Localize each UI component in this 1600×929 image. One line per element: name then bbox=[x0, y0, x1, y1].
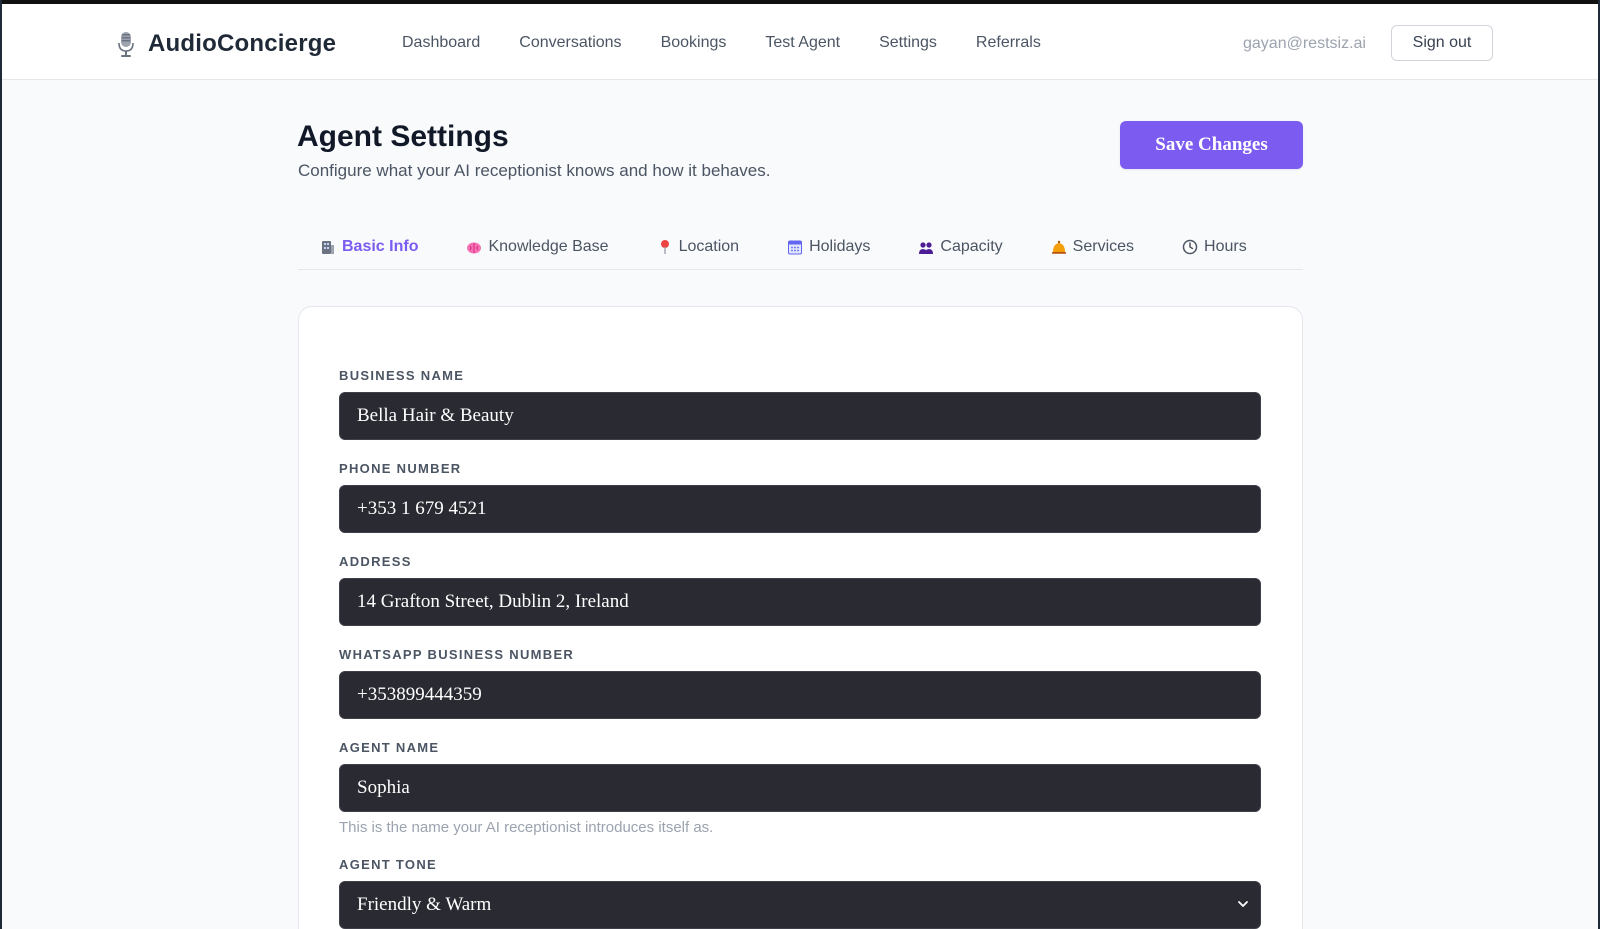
tab-label: Knowledge Base bbox=[488, 238, 609, 255]
page-title: Agent Settings bbox=[297, 120, 509, 153]
address-input[interactable] bbox=[339, 578, 1261, 626]
tab-basic-info[interactable]: Basic Info bbox=[320, 234, 418, 260]
page-subtitle: Configure what your AI receptionist know… bbox=[298, 161, 771, 180]
address-label: ADDRESS bbox=[339, 554, 412, 569]
brand-name: AudioConcierge bbox=[148, 30, 337, 57]
top-navigation-bar: AudioConcierge Dashboard Conversations B… bbox=[2, 4, 1598, 80]
tab-label: Location bbox=[678, 238, 740, 255]
tab-services[interactable]: Services bbox=[1051, 234, 1134, 260]
bell-icon bbox=[1051, 240, 1066, 254]
main-nav: Dashboard Conversations Bookings Test Ag… bbox=[402, 34, 1080, 52]
tab-label: Capacity bbox=[940, 238, 1003, 255]
basic-info-form: BUSINESS NAME PHONE NUMBER ADDRESS WHATS… bbox=[298, 306, 1303, 929]
nav-item-bookings[interactable]: Bookings bbox=[661, 34, 727, 52]
window-left-edge bbox=[0, 0, 2, 929]
people-icon bbox=[919, 242, 934, 254]
phone-number-label: PHONE NUMBER bbox=[339, 461, 462, 476]
user-email: gayan@restsiz.ai bbox=[1243, 35, 1366, 52]
phone-number-input[interactable] bbox=[339, 485, 1261, 533]
whatsapp-number-label: WHATSAPP BUSINESS NUMBER bbox=[339, 647, 575, 662]
agent-name-input[interactable] bbox=[339, 764, 1261, 812]
tab-label: Basic Info bbox=[342, 238, 419, 255]
agent-tone-select[interactable]: Friendly & Warm bbox=[339, 881, 1261, 929]
agent-name-help: This is the name your AI receptionist in… bbox=[339, 819, 714, 836]
brand[interactable]: AudioConcierge bbox=[116, 30, 336, 58]
sign-out-button[interactable]: Sign out bbox=[1391, 25, 1493, 61]
building-icon bbox=[322, 241, 334, 254]
business-name-label: BUSINESS NAME bbox=[339, 368, 465, 383]
microphone-icon bbox=[118, 32, 134, 57]
save-changes-button[interactable]: Save Changes bbox=[1120, 121, 1303, 169]
business-name-input[interactable] bbox=[339, 392, 1261, 440]
tab-label: Services bbox=[1072, 238, 1135, 255]
nav-item-settings[interactable]: Settings bbox=[879, 34, 937, 52]
tab-holidays[interactable]: Holidays bbox=[787, 234, 870, 260]
tab-location[interactable]: Location bbox=[657, 234, 740, 260]
nav-item-referrals[interactable]: Referrals bbox=[976, 34, 1041, 52]
tab-label: Holidays bbox=[809, 238, 871, 255]
pin-icon bbox=[660, 240, 669, 254]
calendar-icon bbox=[788, 240, 803, 255]
nav-item-test-agent[interactable]: Test Agent bbox=[765, 34, 840, 52]
brain-icon bbox=[467, 242, 482, 254]
whatsapp-number-input[interactable] bbox=[339, 671, 1261, 719]
clock-icon bbox=[1182, 239, 1198, 255]
tab-capacity[interactable]: Capacity bbox=[918, 234, 1003, 260]
settings-tabs: Basic Info Knowledge Base Location Holid… bbox=[298, 234, 1303, 270]
tab-hours[interactable]: Hours bbox=[1182, 234, 1247, 260]
tab-label: Hours bbox=[1204, 238, 1247, 255]
tab-knowledge-base[interactable]: Knowledge Base bbox=[466, 234, 609, 260]
agent-tone-label: AGENT TONE bbox=[339, 857, 437, 872]
nav-item-conversations[interactable]: Conversations bbox=[519, 34, 621, 52]
agent-tone-value: Friendly & Warm bbox=[339, 881, 1261, 929]
chevron-down-icon bbox=[1238, 901, 1248, 907]
nav-item-dashboard[interactable]: Dashboard bbox=[402, 34, 480, 52]
agent-name-label: AGENT NAME bbox=[339, 740, 440, 755]
